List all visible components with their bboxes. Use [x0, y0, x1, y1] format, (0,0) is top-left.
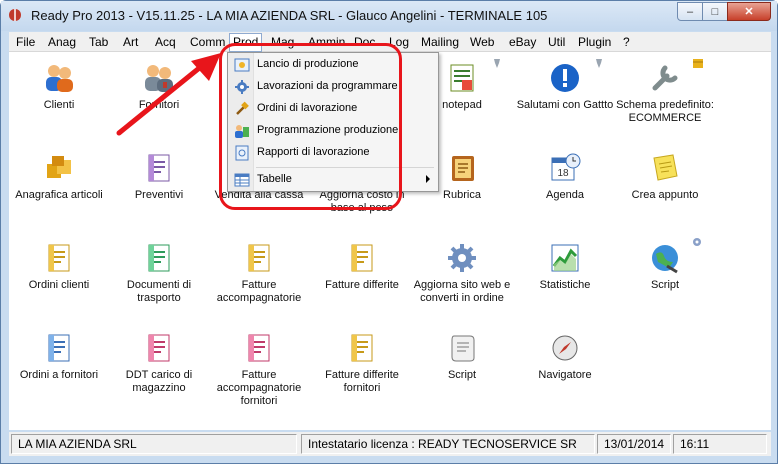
menu-acq[interactable]: Acq	[152, 34, 179, 50]
production-launch-icon	[234, 58, 250, 72]
menu-ammin[interactable]: Ammin	[305, 34, 348, 50]
globe-icon	[652, 245, 678, 274]
menu-tab[interactable]: Tab	[86, 34, 111, 50]
app-logo-icon	[9, 9, 21, 21]
document-icon	[248, 334, 270, 362]
window-title: Ready Pro 2013 - V15.11.25 - LA MIA AZIE…	[31, 8, 548, 23]
app-window: Ready Pro 2013 - V15.11.25 - LA MIA AZIE…	[0, 0, 778, 464]
pin-icon[interactable]	[593, 57, 605, 69]
status-license: Intestatario licenza : READY TECNOSERVIC…	[301, 434, 595, 454]
menu-web[interactable]: Web	[467, 34, 497, 50]
svg-text:18: 18	[557, 168, 569, 179]
table-icon	[234, 173, 250, 187]
menu-anag[interactable]: Anag	[45, 34, 79, 50]
tile-salutami-con-gattto[interactable]: Salutami con Gattto	[515, 62, 615, 112]
tile-documenti-di-trasporto[interactable]: Documenti di trasporto	[109, 242, 209, 305]
report-icon	[235, 145, 249, 161]
status-date: 13/01/2014	[597, 434, 671, 454]
clients-icon	[46, 65, 73, 92]
menu-doc[interactable]: Doc	[351, 34, 378, 50]
tile-navigatore[interactable]: Navigatore	[515, 332, 615, 382]
menu-separator	[256, 167, 434, 168]
menu-item-programmazione-produzione[interactable]: Programmazione produzione	[228, 120, 438, 142]
menu-mailing[interactable]: Mailing	[418, 34, 462, 50]
addressbook-icon	[452, 156, 474, 181]
document-icon	[351, 244, 373, 272]
maximize-button[interactable]: □	[702, 2, 728, 21]
tile-ordini-a-fornitori[interactable]: Ordini a fornitori	[9, 332, 109, 382]
tile-ddt-carico-magazzino[interactable]: DDT carico di magazzino	[109, 332, 209, 395]
menu-log[interactable]: Log	[386, 34, 412, 50]
tile-schema-predefinito[interactable]: Schema predefinito: ECOMMERCE	[615, 62, 715, 125]
boxes-icon	[47, 156, 71, 178]
menu-item-lancio-di-produzione[interactable]: Lancio di produzione	[228, 54, 438, 76]
tile-script-globe[interactable]: Script	[615, 242, 715, 292]
menu-help[interactable]: ?	[620, 34, 633, 50]
notepad-icon	[450, 64, 474, 92]
document-icon	[148, 334, 170, 362]
document-icon	[148, 244, 170, 272]
gear-icon	[235, 80, 249, 94]
annotation-arrow-icon	[116, 53, 221, 136]
menu-item-rapporti-di-lavorazione[interactable]: Rapporti di lavorazione	[228, 142, 438, 164]
sticky-note-icon	[653, 154, 678, 181]
menu-item-ordini-di-lavorazione[interactable]: Ordini di lavorazione	[228, 98, 438, 120]
menu-comm[interactable]: Comm	[187, 34, 228, 50]
calendar-clock-icon: 18	[551, 153, 581, 181]
menu-plugin[interactable]: Plugin	[575, 34, 614, 50]
tile-fatture-differite[interactable]: Fatture differite	[312, 242, 412, 292]
pin-icon[interactable]	[491, 57, 503, 69]
document-icon	[248, 244, 270, 272]
menu-mag[interactable]: Mag	[268, 34, 297, 50]
tile-crea-appunto[interactable]: Crea appunto	[615, 152, 715, 202]
tile-fatture-accompagnatorie[interactable]: Fatture accompagnatorie	[209, 242, 309, 305]
tile-clienti[interactable]: Clienti	[9, 62, 109, 112]
hammer-icon	[236, 101, 249, 115]
tile-fatture-accompagnatorie-fornitori[interactable]: Fatture accompagnatorie fornitori	[209, 332, 309, 408]
gear-icon	[448, 244, 476, 272]
tile-script[interactable]: Script	[412, 332, 512, 382]
tile-anagrafica-articoli[interactable]: Anagrafica articoli	[9, 152, 109, 202]
menu-file[interactable]: File	[13, 34, 38, 50]
close-button[interactable]: ✕	[727, 2, 771, 21]
status-company: LA MIA AZIENDA SRL	[11, 434, 297, 454]
menu-art[interactable]: Art	[120, 34, 141, 50]
title-bar[interactable]: Ready Pro 2013 - V15.11.25 - LA MIA AZIE…	[1, 1, 777, 31]
submenu-arrow-icon	[426, 175, 430, 183]
menu-util[interactable]: Util	[545, 34, 568, 50]
tile-preventivi[interactable]: Preventivi	[109, 152, 209, 202]
tile-aggiorna-sito-web[interactable]: Aggiorna sito web e converti in ordine	[412, 242, 512, 305]
status-bar: LA MIA AZIENDA SRL Intestatario licenza …	[9, 432, 771, 456]
chart-icon	[551, 244, 579, 272]
menu-ebay[interactable]: eBay	[506, 34, 539, 50]
menu-item-tabelle[interactable]: Tabelle	[228, 169, 438, 191]
scroll-icon	[451, 335, 475, 362]
tile-fatture-differite-fornitori[interactable]: Fatture differite fornitori	[312, 332, 412, 395]
document-icon	[48, 334, 70, 362]
status-time: 16:11	[673, 434, 767, 454]
tile-agenda[interactable]: 18 Agenda	[515, 152, 615, 202]
info-icon	[551, 64, 579, 92]
menu-item-lavorazioni-da-programmare[interactable]: Lavorazioni da programmare	[228, 76, 438, 98]
prod-dropdown-menu: Lancio di produzione Lavorazioni da prog…	[227, 52, 439, 192]
compass-icon	[552, 335, 578, 361]
gear-small-icon[interactable]	[691, 236, 703, 248]
document-icon	[148, 154, 170, 182]
tile-statistiche[interactable]: Statistiche	[515, 242, 615, 292]
document-icon	[48, 244, 70, 272]
minimize-button[interactable]: –	[677, 2, 703, 21]
tile-ordini-clienti[interactable]: Ordini clienti	[9, 242, 109, 292]
people-schedule-icon	[235, 125, 249, 138]
menu-prod[interactable]: Prod	[229, 33, 263, 52]
box-small-icon[interactable]	[692, 57, 704, 69]
wrench-icon	[652, 65, 678, 91]
document-icon	[351, 334, 373, 362]
